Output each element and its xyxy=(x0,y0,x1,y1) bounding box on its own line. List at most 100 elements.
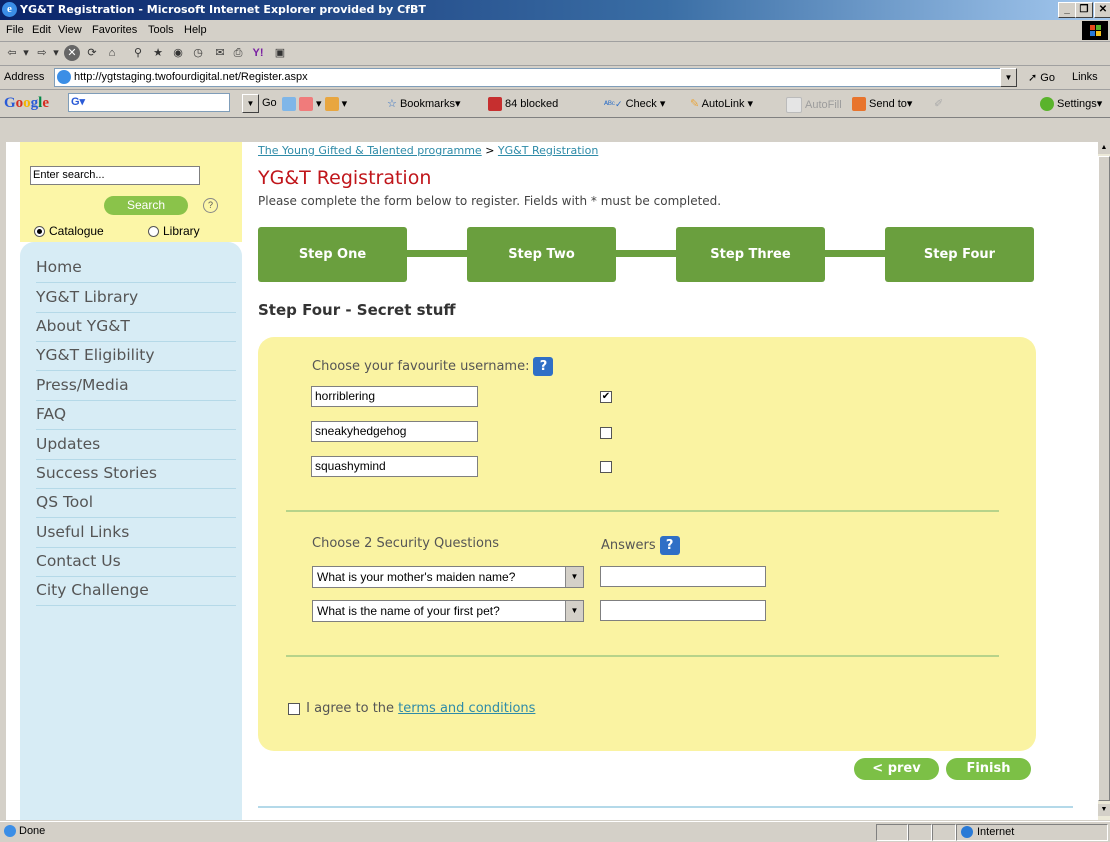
sidebar-search-button[interactable]: Search xyxy=(104,196,188,215)
google-go-button[interactable]: Go xyxy=(262,97,277,109)
security-answer-input-1[interactable] xyxy=(600,566,766,587)
form-divider xyxy=(286,655,999,657)
help-question-icon[interactable]: ? xyxy=(533,357,554,376)
autofill-button[interactable]: AutoFill xyxy=(786,97,842,113)
sidebar-item-city-challenge[interactable]: City Challenge xyxy=(36,576,236,606)
back-dropdown-icon[interactable]: ▾ xyxy=(22,45,30,61)
print-icon[interactable]: ⎙ xyxy=(230,45,246,61)
sidebar-search-input[interactable]: Enter search... xyxy=(30,166,200,185)
chevron-down-icon: ▼ xyxy=(565,567,583,587)
menu-favorites[interactable]: Favorites xyxy=(92,24,137,36)
menu-help[interactable]: Help xyxy=(184,24,207,36)
username-option-1[interactable]: horriblering xyxy=(311,386,478,407)
address-input[interactable]: http://ygtstaging.twofourdigital.net/Reg… xyxy=(54,68,1014,87)
username-label: Choose your favourite username:? xyxy=(312,357,554,376)
edit-icon[interactable]: ▣ xyxy=(272,45,288,61)
radio-library[interactable]: Library xyxy=(148,224,200,238)
help-icon[interactable]: ? xyxy=(203,198,218,213)
terms-agreement: I agree to the terms and conditions xyxy=(288,701,535,716)
refresh-icon[interactable]: ⟳ xyxy=(84,45,100,61)
scroll-thumb[interactable] xyxy=(1098,156,1110,801)
restore-button[interactable]: ❐ xyxy=(1075,2,1093,18)
breadcrumb-current-link[interactable]: YG&T Registration xyxy=(498,144,598,157)
step-one: Step One xyxy=(258,227,407,282)
google-toolbar: Google G▾ ▼ Go ▾ ▾ ☆ Bookmarks▾ 84 block… xyxy=(0,90,1110,118)
breadcrumb-home-link[interactable]: The Young Gifted & Talented programme xyxy=(258,144,482,157)
terms-checkbox[interactable] xyxy=(288,702,300,715)
home-icon[interactable]: ⌂ xyxy=(104,45,120,61)
radio-catalogue[interactable]: Catalogue xyxy=(34,224,104,238)
username-option-3[interactable]: squashymind xyxy=(311,456,478,477)
yahoo-icon[interactable]: Y! xyxy=(250,45,266,61)
sidebar-item-press[interactable]: Press/Media xyxy=(36,371,236,401)
security-answer-input-2[interactable] xyxy=(600,600,766,621)
terms-link[interactable]: terms and conditions xyxy=(398,701,535,716)
scroll-down-icon[interactable]: ▼ xyxy=(1098,804,1110,816)
sidebar-item-home[interactable]: Home xyxy=(36,253,236,283)
sidebar-item-library[interactable]: YG&T Library xyxy=(36,283,236,313)
finish-button[interactable]: Finish xyxy=(946,758,1031,780)
window-title-bar: e YG&T Registration - Microsoft Internet… xyxy=(0,0,1110,20)
send-to-button[interactable]: Send to▾ xyxy=(852,97,912,112)
username-checkbox-1[interactable]: ✔ xyxy=(600,391,612,403)
vertical-scrollbar[interactable]: ▲ ▼ xyxy=(1098,142,1110,820)
bookmarks-button[interactable]: ☆ Bookmarks▾ xyxy=(387,97,460,110)
security-question-select-2[interactable]: What is the name of your first pet? ▼ xyxy=(312,600,584,622)
page-icon xyxy=(4,825,16,838)
google-search-options-icon[interactable]: ▾ ▾ xyxy=(282,97,347,112)
links-label[interactable]: Links xyxy=(1072,71,1098,83)
spellcheck-button[interactable]: ᴬᴮᶜ✓ Check ▾ xyxy=(604,97,665,110)
page-icon xyxy=(57,70,71,85)
popup-blocker-button[interactable]: 84 blocked xyxy=(488,97,558,111)
sidebar-item-faq[interactable]: FAQ xyxy=(36,400,236,430)
answers-label: Answers? xyxy=(601,536,680,555)
username-option-2[interactable]: sneakyhedgehog xyxy=(311,421,478,442)
favorites-icon[interactable]: ★ xyxy=(150,45,166,61)
chevron-down-icon: ▼ xyxy=(565,601,583,621)
sidebar-item-about[interactable]: About YG&T xyxy=(36,312,236,342)
username-checkbox-3[interactable] xyxy=(600,461,612,473)
sidebar-item-eligibility[interactable]: YG&T Eligibility xyxy=(36,341,236,371)
radio-selected-icon xyxy=(34,226,45,238)
sidebar-item-success-stories[interactable]: Success Stories xyxy=(36,459,236,489)
sidebar-item-useful-links[interactable]: Useful Links xyxy=(36,518,236,548)
google-search-input[interactable]: G▾ xyxy=(68,93,230,112)
step-heading: Step Four - Secret stuff xyxy=(258,301,456,319)
step-two: Step Two xyxy=(467,227,616,282)
security-questions-label: Choose 2 Security Questions xyxy=(312,536,499,551)
go-button[interactable]: ➚ Go xyxy=(1028,71,1055,84)
menu-file[interactable]: File xyxy=(6,24,24,36)
menu-tools[interactable]: Tools xyxy=(148,24,174,36)
media-icon[interactable]: ◉ xyxy=(170,45,186,61)
search-icon[interactable]: ⚲ xyxy=(130,45,146,61)
window-title: YG&T Registration - Microsoft Internet E… xyxy=(20,3,426,16)
scroll-up-icon[interactable]: ▲ xyxy=(1098,142,1110,154)
help-question-icon[interactable]: ? xyxy=(659,536,680,555)
status-text: Done xyxy=(4,825,45,838)
forward-dropdown-icon[interactable]: ▾ xyxy=(52,45,60,61)
sidebar-item-qs-tool[interactable]: QS Tool xyxy=(36,488,236,518)
username-checkbox-2[interactable] xyxy=(600,427,612,439)
security-zone: Internet xyxy=(956,824,1108,841)
forward-icon[interactable]: ⇨ xyxy=(34,45,50,61)
menu-edit[interactable]: Edit xyxy=(32,24,51,36)
address-dropdown-icon[interactable]: ▼ xyxy=(1000,68,1017,87)
status-cell xyxy=(932,824,956,841)
mail-icon[interactable]: ✉ xyxy=(212,45,228,61)
security-question-select-1[interactable]: What is your mother's maiden name? ▼ xyxy=(312,566,584,588)
minimize-button[interactable]: _ xyxy=(1058,2,1076,18)
close-button[interactable]: ✕ xyxy=(1094,2,1110,18)
back-icon[interactable]: ⇦ xyxy=(4,45,20,61)
google-dropdown-icon[interactable]: ▼ xyxy=(242,94,259,113)
sidebar-item-contact[interactable]: Contact Us xyxy=(36,547,236,577)
menu-view[interactable]: View xyxy=(58,24,82,36)
autolink-button[interactable]: ✎ AutoLink ▾ xyxy=(690,97,753,110)
step-four: Step Four xyxy=(885,227,1034,282)
google-logo[interactable]: Google xyxy=(4,95,49,112)
highlighter-icon[interactable]: ✐ xyxy=(934,97,943,110)
settings-button[interactable]: Settings▾ xyxy=(1040,97,1102,112)
sidebar-item-updates[interactable]: Updates xyxy=(36,430,236,460)
stop-icon[interactable]: ✕ xyxy=(64,45,80,61)
prev-button[interactable]: < prev xyxy=(854,758,939,780)
history-icon[interactable]: ◷ xyxy=(190,45,206,61)
